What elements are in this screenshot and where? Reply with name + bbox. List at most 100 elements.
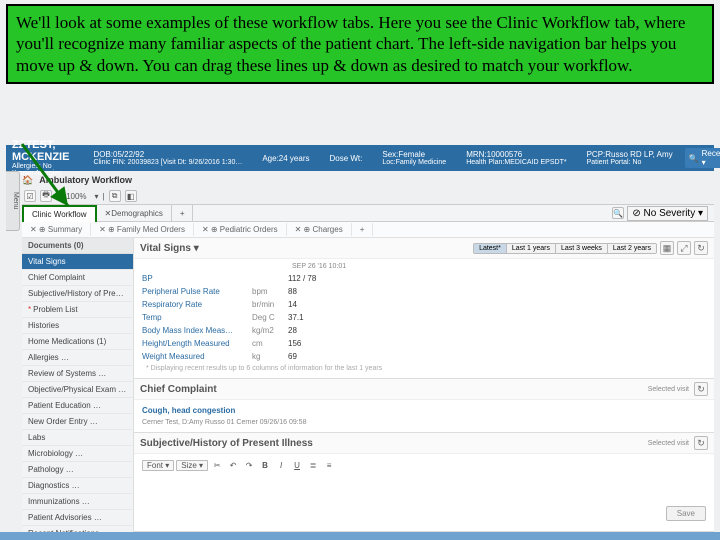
sidebar-item-micro[interactable]: Microbiology …	[22, 446, 133, 462]
vitals-range-group[interactable]: Latest* Last 1 years Last 3 weeks Last 2…	[473, 243, 657, 254]
patient-sex: Sex:Female	[382, 150, 446, 159]
rte-list-icon[interactable]: ≣	[306, 458, 320, 472]
tab-add[interactable]: +	[172, 205, 194, 221]
sidebar-item-ope[interactable]: Objective/Physical Exam …	[22, 382, 133, 398]
sidebar-item-vital-signs[interactable]: Vital Signs	[22, 254, 133, 270]
vitals-label: Height/Length Measured	[142, 339, 252, 348]
severity-dropdown[interactable]: ⊘ No Severity ▾	[627, 206, 708, 221]
rte-italic-icon[interactable]: I	[274, 458, 288, 472]
patient-age: Age:24 years	[262, 154, 309, 163]
range-2y[interactable]: Last 2 years	[608, 244, 656, 253]
vitals-date: SEP 26 '16 10:01	[142, 263, 706, 270]
vitals-value: 69	[288, 352, 338, 361]
recent-label: Recent ▾	[702, 149, 720, 167]
x-icon: ✕	[105, 209, 112, 218]
sidebar-item-immun[interactable]: Immunizations …	[22, 494, 133, 510]
subtab-family-med-orders[interactable]: ✕ ⊕ Family Med Orders	[91, 223, 194, 236]
sidebar-item-histories[interactable]: Histories	[22, 318, 133, 334]
toolbar: ☑ 🖶 | 100% ▾ | ⧉ ◧	[22, 188, 714, 204]
panel-title-vitals[interactable]: Vital Signs ▾	[140, 243, 199, 254]
sidebar-nav: Documents (0) Vital Signs Chief Complain…	[22, 238, 134, 532]
subtab-summary[interactable]: ✕ ⊕ Summary	[22, 223, 91, 236]
vitals-footnote: * Displaying recent results up to 6 colu…	[142, 363, 706, 376]
subtab-add[interactable]: +	[352, 223, 374, 236]
range-1y[interactable]: Last 1 years	[507, 244, 556, 253]
toolbar-tool1-icon[interactable]: ⧉	[109, 190, 121, 202]
grid-icon[interactable]: ▦	[660, 241, 674, 255]
patient-dob: DOB:05/22/92	[93, 150, 242, 159]
sidebar-item-diag[interactable]: Diagnostics …	[22, 478, 133, 494]
annotation-arrow	[16, 140, 86, 215]
instruction-callout: We'll look at some examples of these wor…	[6, 4, 714, 84]
refresh-icon[interactable]: ↻	[694, 241, 708, 255]
rte-underline-icon[interactable]: U	[290, 458, 304, 472]
vitals-label: Weight Measured	[142, 352, 252, 361]
vitals-value: 28	[288, 326, 338, 335]
range-latest[interactable]: Latest*	[474, 244, 507, 253]
sidebar-item-new-order[interactable]: New Order Entry …	[22, 414, 133, 430]
vitals-row[interactable]: Respiratory Ratebr/min14	[142, 298, 706, 311]
rte-bold-icon[interactable]: B	[258, 458, 272, 472]
vitals-row[interactable]: Height/Length Measuredcm156	[142, 337, 706, 350]
sidebar-item-ros[interactable]: Review of Systems …	[22, 366, 133, 382]
shi-selected-visit[interactable]: Selected visit ↻	[648, 436, 708, 450]
panel-title-shi[interactable]: Subjective/History of Present Illness	[140, 438, 313, 449]
toolbar-tool2-icon[interactable]: ◧	[125, 190, 137, 202]
workspace: Documents (0) Vital Signs Chief Complain…	[22, 238, 714, 532]
vitals-label: Body Mass Index Meas…	[142, 326, 252, 335]
cc-selected-visit[interactable]: Selected visit ↻	[648, 382, 708, 396]
rte-cut-icon[interactable]: ✂	[210, 458, 224, 472]
rte-redo-icon[interactable]: ↷	[242, 458, 256, 472]
vitals-unit: br/min	[252, 300, 288, 309]
expand-icon[interactable]: ⤢	[677, 241, 691, 255]
sidebar-item-shi[interactable]: Subjective/History of Present Illness	[22, 286, 133, 302]
sidebar-item-problem-list[interactable]: *Problem List	[22, 302, 133, 318]
star-icon: *	[28, 305, 31, 314]
vitals-unit: bpm	[252, 287, 288, 296]
rte-align-icon[interactable]: ≡	[322, 458, 336, 472]
vitals-unit: Deg C	[252, 313, 288, 322]
patient-banner: ZZTEST, MCKENZIE Allergies: No Known All…	[6, 145, 714, 171]
vitals-value: 37.1	[288, 313, 338, 322]
sidebar-item-chief-complaint[interactable]: Chief Complaint	[22, 270, 133, 286]
patient-pcp: PCP:Russo RD LP, Amy	[587, 150, 673, 159]
sidebar-head-documents[interactable]: Documents (0)	[22, 238, 133, 254]
patient-health-plan: Health Plan:MEDICAID EPSDT*	[466, 159, 566, 166]
rte-undo-icon[interactable]: ↶	[226, 458, 240, 472]
breadcrumb: 🏠 Ambulatory Workflow	[22, 172, 714, 188]
sidebar-item-patient-ed[interactable]: Patient Education …	[22, 398, 133, 414]
recent-search[interactable]: 🔍 Recent ▾	[685, 148, 720, 168]
vitals-row[interactable]: Weight Measuredkg69	[142, 350, 706, 363]
footer-bar	[0, 532, 720, 540]
refresh-icon[interactable]: ↻	[694, 436, 708, 450]
sidebar-item-home-meds[interactable]: Home Medications (1)	[22, 334, 133, 350]
vitals-row[interactable]: Peripheral Pulse Ratebpm88	[142, 285, 706, 298]
refresh-icon[interactable]: ↻	[694, 382, 708, 396]
sidebar-item-advisories[interactable]: Patient Advisories …	[22, 510, 133, 526]
subtab-pediatric-orders[interactable]: ✕ ⊕ Pediatric Orders	[194, 223, 287, 236]
cc-meta: Cerner Test, D:Amy Russo 01 Cerner 09/26…	[142, 419, 706, 426]
subtab-charges[interactable]: ✕ ⊕ Charges	[287, 223, 352, 236]
patient-loc: Loc:Family Medicine	[382, 159, 446, 166]
vitals-value: 156	[288, 339, 338, 348]
sidebar-item-allergies[interactable]: Allergies …	[22, 350, 133, 366]
patient-mrn: MRN:10000576	[466, 150, 566, 159]
panel-title-cc[interactable]: Chief Complaint	[140, 384, 217, 395]
vitals-row[interactable]: Body Mass Index Meas…kg/m228	[142, 324, 706, 337]
save-button[interactable]: Save	[666, 506, 706, 521]
vitals-unit: kg/m2	[252, 326, 288, 335]
range-3w[interactable]: Last 3 weeks	[556, 244, 608, 253]
panel-vital-signs: Vital Signs ▾ Latest* Last 1 years Last …	[134, 238, 714, 379]
vitals-value: 88	[288, 287, 338, 296]
vitals-row[interactable]: BP112 / 78	[142, 272, 706, 285]
rte-font-select[interactable]: Font ▾	[142, 460, 174, 471]
panel-shi: Subjective/History of Present Illness Se…	[134, 433, 714, 532]
sidebar-item-labs[interactable]: Labs	[22, 430, 133, 446]
patient-dose-wt: Dose Wt:	[329, 154, 362, 163]
rte-size-select[interactable]: Size ▾	[176, 460, 208, 471]
tab-demographics[interactable]: ✕ Demographics	[97, 205, 172, 221]
sidebar-item-path[interactable]: Pathology …	[22, 462, 133, 478]
search-icon[interactable]: 🔍	[612, 207, 624, 219]
vitals-unit: cm	[252, 339, 288, 348]
vitals-row[interactable]: TempDeg C37.1	[142, 311, 706, 324]
